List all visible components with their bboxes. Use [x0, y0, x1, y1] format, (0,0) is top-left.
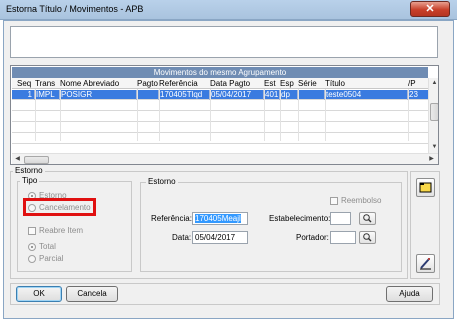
- referencia-input[interactable]: 170405Meajl: [192, 212, 248, 225]
- col-header-p[interactable]: /P: [408, 78, 416, 89]
- magnifier-icon: [363, 233, 372, 242]
- table-row[interactable]: 1 IMPL POSIGR 170405Tlqd 05/04/2017 401 …: [12, 90, 428, 100]
- scroll-down-icon[interactable]: ▼: [429, 142, 438, 152]
- close-button[interactable]: ✕: [410, 1, 450, 17]
- cell-data-pagto: 05/04/2017: [210, 90, 264, 100]
- cell-titulo: teste0504: [325, 90, 408, 100]
- cancel-button[interactable]: Cancela: [66, 286, 118, 302]
- cell-trans: IMPL: [35, 90, 60, 100]
- radio-parcial-label: Parcial: [39, 254, 64, 263]
- col-header-est[interactable]: Est: [264, 78, 276, 89]
- radio-parcial[interactable]: [28, 255, 36, 263]
- column-divider: [137, 89, 138, 141]
- portador-label: Portador:: [296, 233, 329, 242]
- column-divider: [280, 89, 281, 141]
- scroll-left-icon[interactable]: ◀: [12, 154, 23, 164]
- highlight-box: [23, 198, 96, 216]
- reembolso-label: Reembolso: [341, 196, 382, 205]
- cell-p: 23: [409, 90, 418, 99]
- ok-button[interactable]: OK: [16, 286, 62, 302]
- referencia-label: Referência:: [151, 214, 192, 223]
- vertical-scrollbar[interactable]: ▲ ▼: [428, 78, 438, 153]
- pencil-icon: [420, 258, 431, 270]
- grid-caption: Movimentos do mesmo Agrupamento: [12, 67, 428, 78]
- folder-icon: [419, 182, 432, 193]
- cell-seq: 1: [12, 90, 35, 100]
- cell-est: 401: [265, 90, 280, 100]
- col-header-seq[interactable]: Seq: [17, 78, 31, 89]
- table-row[interactable]: [12, 134, 428, 144]
- cell-pagto: [137, 90, 159, 100]
- column-divider: [298, 89, 299, 141]
- table-row[interactable]: [12, 123, 428, 133]
- reembolso-checkbox[interactable]: [330, 197, 338, 205]
- table-row[interactable]: [12, 101, 428, 111]
- cell-nome: POSIGR: [60, 90, 137, 100]
- tipo-group-legend: Tipo: [20, 176, 40, 185]
- portador-lookup-button[interactable]: [359, 231, 376, 244]
- cell-serie: [298, 90, 325, 100]
- col-header-nome[interactable]: Nome Abreviado: [60, 78, 119, 89]
- radio-total-label: Total: [39, 242, 56, 251]
- edit-button[interactable]: [416, 254, 435, 273]
- estabelecimento-input[interactable]: [330, 212, 351, 225]
- column-divider: [159, 89, 160, 141]
- column-divider: [264, 89, 265, 141]
- column-divider: [408, 89, 409, 141]
- estorno-details-legend: Estorno: [146, 177, 178, 186]
- col-header-pagto[interactable]: Pagto: [137, 78, 158, 89]
- reabre-item-checkbox[interactable]: [28, 227, 36, 235]
- help-button[interactable]: Ajuda: [386, 286, 433, 302]
- table-row[interactable]: [12, 112, 428, 122]
- title-bar: Estorna Título / Movimentos - APB ✕: [0, 0, 457, 20]
- cell-esp: dp: [280, 90, 298, 100]
- estabelecimento-lookup-button[interactable]: [359, 212, 376, 225]
- col-header-data-pagto[interactable]: Data Pagto: [210, 78, 250, 89]
- col-header-titulo[interactable]: Título: [325, 78, 345, 89]
- column-divider: [60, 89, 61, 141]
- reabre-item-label: Reabre Item: [39, 226, 84, 235]
- cell-referencia: 170405Tlqd: [159, 90, 210, 100]
- scroll-up-icon[interactable]: ▲: [429, 78, 438, 88]
- top-blank-panel: [10, 26, 438, 58]
- col-header-referencia[interactable]: Referência: [159, 78, 198, 89]
- column-divider: [325, 89, 326, 141]
- scroll-right-icon[interactable]: ▶: [426, 154, 437, 164]
- magnifier-icon: [363, 214, 372, 223]
- estabelecimento-label: Estabelecimento:: [269, 214, 331, 223]
- data-label: Data:: [172, 233, 192, 242]
- column-divider: [210, 89, 211, 141]
- col-header-esp[interactable]: Esp: [280, 78, 294, 89]
- data-input[interactable]: 05/04/2017: [192, 231, 248, 244]
- col-header-serie[interactable]: Série: [298, 78, 317, 89]
- col-header-trans[interactable]: Trans: [35, 78, 55, 89]
- horizontal-scroll-thumb[interactable]: [24, 156, 49, 164]
- estorno-group-legend: Estorno: [13, 166, 45, 175]
- new-document-button[interactable]: [416, 178, 435, 197]
- horizontal-scrollbar[interactable]: ◀ ▶: [12, 153, 438, 164]
- column-divider: [35, 89, 36, 141]
- movements-grid[interactable]: Movimentos do mesmo Agrupamento Seq Tran…: [10, 65, 439, 165]
- window-title: Estorna Título / Movimentos - APB: [6, 4, 144, 14]
- portador-input[interactable]: [330, 231, 356, 244]
- vertical-scroll-thumb[interactable]: [430, 103, 438, 121]
- radio-total[interactable]: [28, 243, 36, 251]
- referencia-value: 170405Meajl: [195, 214, 241, 223]
